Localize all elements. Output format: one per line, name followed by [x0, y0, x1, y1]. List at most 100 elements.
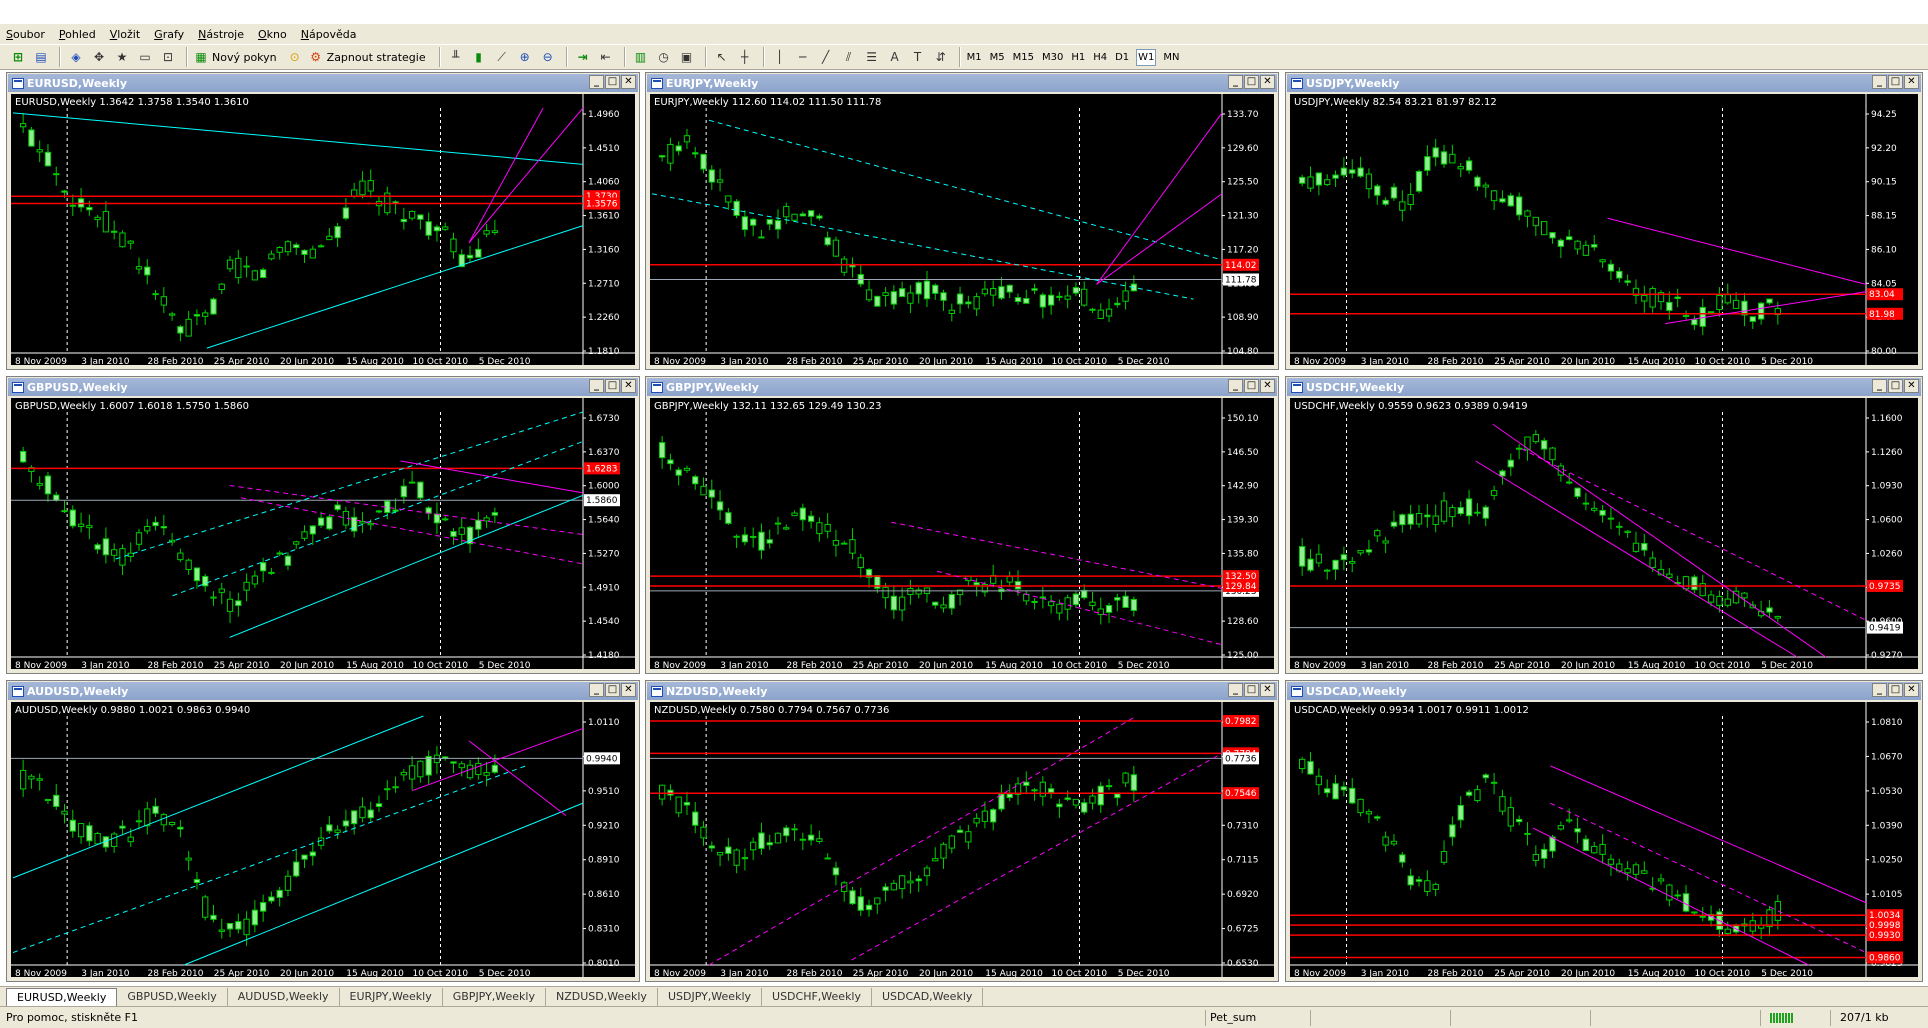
chart-window[interactable]: NZDUSD,Weekly_□✕ 0.79000.77000.75050.7310… — [645, 680, 1279, 982]
navigator-icon[interactable]: ★ — [112, 47, 132, 67]
chart-window[interactable]: GBPUSD,Weekly _ □ ✕ 1.6730 1.6370 1.6000 1.5640… — [6, 376, 640, 674]
chart-tab[interactable]: NZDUSD,Weekly — [546, 988, 658, 1006]
minimize-icon[interactable]: _ — [1228, 683, 1243, 697]
chart-tab[interactable]: USDCAD,Weekly — [872, 988, 984, 1006]
chart-window-titlebar[interactable]: NZDUSD,Weekly _ □ ✕ — [647, 682, 1277, 700]
close-icon[interactable]: ✕ — [1260, 683, 1275, 697]
chart-window-titlebar[interactable]: USDJPY,Weekly _ □ ✕ — [1287, 74, 1921, 92]
close-icon[interactable]: ✕ — [621, 75, 636, 89]
timeframe-d1[interactable]: D1 — [1114, 50, 1130, 65]
metaeditor-icon[interactable]: ⊙ — [285, 47, 305, 67]
fibonacci-icon[interactable]: ☰ — [862, 47, 882, 67]
auto-scroll-icon[interactable]: ⇥ — [573, 47, 593, 67]
menu-item-2[interactable]: Vložit — [110, 28, 140, 41]
close-icon[interactable]: ✕ — [1904, 683, 1919, 697]
timeframe-m15[interactable]: M15 — [1012, 50, 1035, 65]
periods-icon[interactable]: ◷ — [654, 47, 674, 67]
horizontal-line-icon[interactable]: ─ — [793, 47, 813, 67]
chart-window-titlebar[interactable]: GBPUSD,Weekly _ □ ✕ — [8, 378, 638, 396]
minimize-icon[interactable]: _ — [1872, 75, 1887, 89]
timeframe-h1[interactable]: H1 — [1070, 50, 1086, 65]
maximize-icon[interactable]: □ — [1244, 379, 1259, 393]
chart-tab[interactable]: EURUSD,Weekly — [6, 988, 118, 1006]
terminal-icon[interactable]: ▭ — [135, 47, 155, 67]
chart-canvas[interactable]: 133.70129.60125.50121.30117.20113.00108.… — [650, 94, 1274, 365]
chart-window-titlebar[interactable]: GBPJPY,Weekly _ □ ✕ — [647, 378, 1277, 396]
maximize-icon[interactable]: □ — [1888, 75, 1903, 89]
chart-window[interactable]: USDCHF,Weekly _ □ ✕ 1.1600 1.1260 1.0930 1.0600… — [1285, 376, 1923, 674]
zoom-out-icon[interactable]: ⊖ — [538, 47, 558, 67]
zoom-in-icon[interactable]: ⊕ — [515, 47, 535, 67]
menu-item-4[interactable]: Nástroje — [198, 28, 244, 41]
chart-tab[interactable]: GBPJPY,Weekly — [443, 988, 546, 1006]
maximize-icon[interactable]: □ — [1244, 683, 1259, 697]
maximize-icon[interactable]: □ — [605, 683, 620, 697]
chart-canvas[interactable]: 150.10146.50142.90139.30135.80132.20128.… — [650, 398, 1274, 669]
minimize-icon[interactable]: _ — [1228, 379, 1243, 393]
tester-icon[interactable]: ⊡ — [158, 47, 178, 67]
market-watch-icon[interactable]: ◈ — [66, 47, 86, 67]
data-window-icon[interactable]: ✥ — [89, 47, 109, 67]
close-icon[interactable]: ✕ — [621, 379, 636, 393]
timeframe-m30[interactable]: M30 — [1041, 50, 1064, 65]
menu-item-5[interactable]: Okno — [258, 28, 287, 41]
chart-canvas[interactable]: 1.01100.98100.95100.92100.89100.86100.83… — [11, 702, 635, 977]
chart-window-titlebar[interactable]: USDCAD,Weekly _ □ ✕ — [1287, 682, 1921, 700]
chart-window-titlebar[interactable]: EURUSD,Weekly _ □ ✕ — [8, 74, 638, 92]
templates-icon[interactable]: ▣ — [677, 47, 697, 67]
minimize-icon[interactable]: _ — [589, 379, 604, 393]
chart-window-titlebar[interactable]: AUDUSD,Weekly _ □ ✕ — [8, 682, 638, 700]
chart-window[interactable]: AUDUSD,Weekly_□✕ 1.01100.98100.95100.9210… — [6, 680, 640, 982]
maximize-icon[interactable]: □ — [605, 75, 620, 89]
chart-window-titlebar[interactable]: USDCHF,Weekly _ □ ✕ — [1287, 378, 1921, 396]
timeframe-mn[interactable]: MN — [1162, 50, 1180, 65]
close-icon[interactable]: ✕ — [1904, 379, 1919, 393]
chart-tab[interactable]: GBPUSD,Weekly — [117, 988, 228, 1006]
maximize-icon[interactable]: □ — [1888, 379, 1903, 393]
maximize-icon[interactable]: □ — [605, 379, 620, 393]
new-order-button[interactable]: ▦ Nový pokyn — [193, 49, 276, 65]
chart-tab[interactable]: EURJPY,Weekly — [340, 988, 443, 1006]
text-icon[interactable]: A — [885, 47, 905, 67]
candlestick-icon[interactable]: ▮ — [469, 47, 489, 67]
timeframe-m1[interactable]: M1 — [966, 50, 983, 65]
text-label-icon[interactable]: T — [908, 47, 928, 67]
trendline-icon[interactable]: ╱ — [816, 47, 836, 67]
chart-canvas[interactable]: 1.6730 1.6370 1.6000 1.5640 1.5270 1.4910 1.45… — [11, 398, 635, 669]
indicators-icon[interactable]: ▥ — [631, 47, 651, 67]
menu-item-6[interactable]: Nápověda — [301, 28, 357, 41]
chart-canvas[interactable]: 1.0810 1.0670 1.0530 1.0390 1.0250 1.0105 0.99… — [1290, 702, 1918, 977]
chart-shift-icon[interactable]: ⇤ — [596, 47, 616, 67]
chart-tab[interactable]: USDJPY,Weekly — [658, 988, 763, 1006]
chart-window[interactable]: USDCAD,Weekly _ □ ✕ 1.0810 1.0670 1.0530 1.0390… — [1285, 680, 1923, 982]
chart-canvas[interactable]: 94.2592.2090.1588.1586.1084.0582.0080.00… — [1290, 94, 1918, 365]
chart-window[interactable]: EURJPY,Weekly _ □ ✕ 133.70 129.60 125.50 121.30… — [645, 72, 1279, 370]
new-chart-icon[interactable]: ⊞ — [8, 47, 28, 67]
crosshair-icon[interactable]: ┼ — [735, 47, 755, 67]
timeframe-w1[interactable]: W1 — [1136, 48, 1157, 66]
minimize-icon[interactable]: _ — [1872, 683, 1887, 697]
chart-window-titlebar[interactable]: EURJPY,Weekly _ □ ✕ — [647, 74, 1277, 92]
arrows-icon[interactable]: ⇵ — [931, 47, 951, 67]
minimize-icon[interactable]: _ — [1872, 379, 1887, 393]
line-chart-icon[interactable]: ⟋ — [492, 47, 512, 67]
chart-window[interactable]: GBPJPY,Weekly _ □ ✕ 150.10 146.50 142.90 139.30… — [645, 376, 1279, 674]
chart-canvas[interactable]: 0.79000.77000.75050.73100.71150.69200.67… — [650, 702, 1274, 977]
minimize-icon[interactable]: _ — [589, 683, 604, 697]
minimize-icon[interactable]: _ — [589, 75, 604, 89]
timeframe-h4[interactable]: H4 — [1092, 50, 1108, 65]
chart-tab[interactable]: USDCHF,Weekly — [762, 988, 872, 1006]
vertical-line-icon[interactable]: │ — [770, 47, 790, 67]
bar-chart-icon[interactable]: ╨ — [446, 47, 466, 67]
chart-window[interactable]: USDJPY,Weekly _ □ ✕ 94.25 92.20 90.15 88.15 86.1… — [1285, 72, 1923, 370]
close-icon[interactable]: ✕ — [1260, 379, 1275, 393]
chart-canvas[interactable]: 1.16001.12601.09301.06001.02600.99300.96… — [1290, 398, 1918, 669]
profiles-icon[interactable]: ▤ — [31, 47, 51, 67]
strategy-toggle-button[interactable]: ⚙ Zapnout strategie — [308, 49, 425, 65]
close-icon[interactable]: ✕ — [1904, 75, 1919, 89]
menu-item-0[interactable]: Soubor — [6, 28, 45, 41]
channel-icon[interactable]: ⫽ — [839, 47, 859, 67]
chart-canvas[interactable]: 1.4960 1.4510 1.4060 1.3610 1.3160 1.2710 1.22… — [11, 94, 635, 365]
maximize-icon[interactable]: □ — [1888, 683, 1903, 697]
chart-tab[interactable]: AUDUSD,Weekly — [228, 988, 340, 1006]
